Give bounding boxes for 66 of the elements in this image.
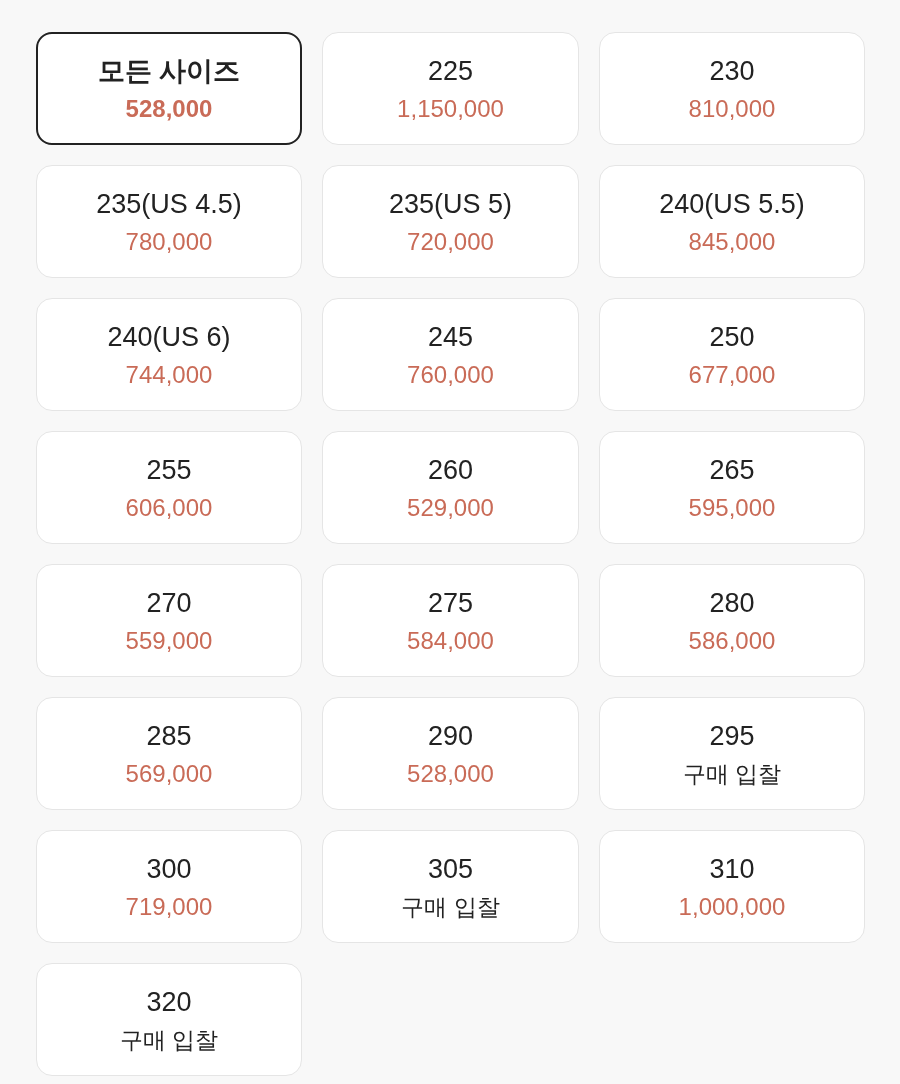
size-option[interactable]: 235(US 5) 720,000 xyxy=(322,165,579,278)
size-option[interactable]: 285 569,000 xyxy=(36,697,302,810)
size-option[interactable]: 245 760,000 xyxy=(322,298,579,411)
size-option[interactable]: 310 1,000,000 xyxy=(599,830,865,943)
size-option[interactable]: 265 595,000 xyxy=(599,431,865,544)
size-option[interactable]: 230 810,000 xyxy=(599,32,865,145)
size-label: 270 xyxy=(146,586,192,620)
size-option[interactable]: 235(US 4.5) 780,000 xyxy=(36,165,302,278)
size-option[interactable]: 280 586,000 xyxy=(599,564,865,677)
size-label: 모든 사이즈 xyxy=(97,54,241,88)
price-text: 780,000 xyxy=(125,226,213,257)
size-label: 240(US 5.5) xyxy=(659,187,805,221)
price-text: 719,000 xyxy=(125,891,213,922)
size-option[interactable]: 275 584,000 xyxy=(322,564,579,677)
size-option[interactable]: 305 구매 입찰 xyxy=(322,830,579,943)
size-label: 285 xyxy=(146,719,192,753)
price-text: 760,000 xyxy=(407,359,494,390)
size-option[interactable]: 300 719,000 xyxy=(36,830,302,943)
price-text: 606,000 xyxy=(125,492,213,523)
price-text: 586,000 xyxy=(688,625,776,656)
size-option[interactable]: 250 677,000 xyxy=(599,298,865,411)
size-option[interactable]: 240(US 5.5) 845,000 xyxy=(599,165,865,278)
price-text: 569,000 xyxy=(125,758,213,789)
price-text: 810,000 xyxy=(688,93,776,124)
size-label: 250 xyxy=(709,320,755,354)
size-label: 305 xyxy=(427,852,474,886)
bid-text: 구매 입찰 xyxy=(119,1025,219,1055)
size-option[interactable]: 모든 사이즈 528,000 xyxy=(36,32,302,145)
size-option[interactable]: 225 1,150,000 xyxy=(322,32,579,145)
price-text: 528,000 xyxy=(407,758,494,789)
size-label: 290 xyxy=(427,719,474,753)
size-label: 280 xyxy=(709,586,755,620)
price-text: 595,000 xyxy=(688,492,776,523)
size-label: 295 xyxy=(709,719,755,753)
size-label: 235(US 5) xyxy=(388,187,513,221)
price-text: 1,000,000 xyxy=(678,891,786,922)
size-label: 225 xyxy=(427,54,474,88)
size-label: 265 xyxy=(709,453,755,487)
price-text: 528,000 xyxy=(125,93,213,124)
size-option[interactable]: 270 559,000 xyxy=(36,564,302,677)
size-label: 320 xyxy=(146,985,192,1019)
size-option[interactable]: 240(US 6) 744,000 xyxy=(36,298,302,411)
size-option[interactable]: 260 529,000 xyxy=(322,431,579,544)
size-label: 260 xyxy=(427,453,474,487)
price-text: 845,000 xyxy=(688,226,776,257)
price-text: 677,000 xyxy=(688,359,776,390)
price-text: 744,000 xyxy=(125,359,213,390)
size-label: 230 xyxy=(709,54,755,88)
size-label: 300 xyxy=(146,852,192,886)
size-label: 275 xyxy=(427,586,474,620)
size-option[interactable]: 295 구매 입찰 xyxy=(599,697,865,810)
price-text: 1,150,000 xyxy=(397,93,504,124)
price-text: 559,000 xyxy=(125,625,213,656)
size-label: 245 xyxy=(427,320,474,354)
price-text: 584,000 xyxy=(407,625,494,656)
size-label: 310 xyxy=(709,852,755,886)
size-label: 240(US 6) xyxy=(107,320,231,354)
size-option[interactable]: 290 528,000 xyxy=(322,697,579,810)
price-text: 720,000 xyxy=(407,226,494,257)
size-option[interactable]: 320 구매 입찰 xyxy=(36,963,302,1076)
bid-text: 구매 입찰 xyxy=(682,759,782,789)
size-label: 255 xyxy=(146,453,192,487)
size-option[interactable]: 255 606,000 xyxy=(36,431,302,544)
bid-text: 구매 입찰 xyxy=(401,892,500,922)
size-label: 235(US 4.5) xyxy=(96,187,242,221)
price-text: 529,000 xyxy=(407,492,494,523)
